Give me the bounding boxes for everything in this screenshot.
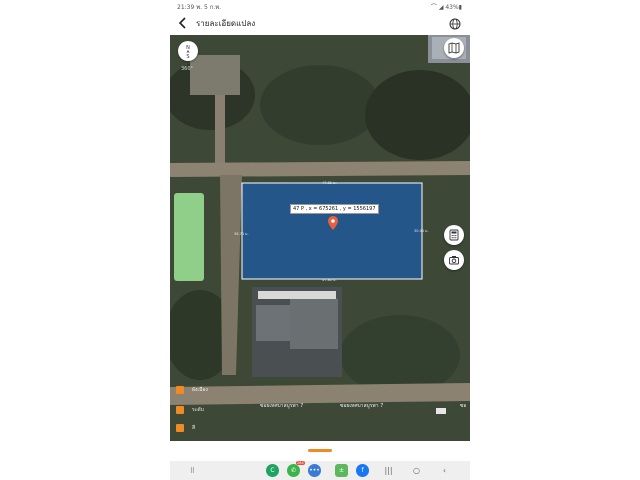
globe-button[interactable] <box>448 16 462 30</box>
calculator-icon <box>449 229 459 241</box>
home-icon[interactable]: ○ <box>410 464 423 477</box>
back-button[interactable] <box>176 15 190 31</box>
navigation-bar: ⠿ C ✆ 264 ••• ± f ||| ○ ‹ <box>170 461 470 480</box>
compass-icon: N S <box>186 45 190 60</box>
plot-dimension-right: 30.04 ม. <box>414 229 429 233</box>
plot-dimension-left: 36.74 ม. <box>234 232 249 236</box>
satellite-imagery <box>170 35 470 441</box>
svg-text:S: S <box>186 54 189 60</box>
legend-label: สี <box>192 425 196 431</box>
back-nav-icon[interactable]: ‹ <box>438 464 451 477</box>
road-label: ซอ <box>460 403 467 409</box>
svg-text:N: N <box>186 45 190 51</box>
legend-label: ผังเมือง <box>192 387 208 393</box>
legend-swatch <box>176 406 184 414</box>
messages-app-icon[interactable]: ••• <box>308 464 321 477</box>
app-drawer-icon[interactable]: ⠿ <box>186 464 199 477</box>
plot-dimension-top: 47.81 ม. <box>322 181 337 185</box>
map-layers-button[interactable] <box>444 38 464 58</box>
app-bar: รายละเอียดแปลง <box>170 12 470 35</box>
sheet-drag-handle[interactable] <box>308 449 332 452</box>
satellite-map[interactable]: N S 360° 47.81 ม. 36.74 ม. 30.04 ม. 47.8… <box>170 35 470 441</box>
legend-item[interactable]: ผังเมือง <box>176 385 208 395</box>
legend-swatch <box>176 386 184 394</box>
chevron-left-icon <box>178 17 186 29</box>
bottom-sheet[interactable] <box>170 441 470 461</box>
plot-dimension-bottom: 47.80 ม. <box>322 278 337 282</box>
status-battery: ⌒ ◢ 43%▮ <box>430 4 462 11</box>
map-layers-icon <box>448 42 460 54</box>
status-time: 21:39 พ. 5 ก.พ. <box>177 4 222 11</box>
line-app-icon[interactable]: C <box>266 464 279 477</box>
compass-degree: 360° <box>181 66 194 72</box>
legend-swatch <box>176 424 184 432</box>
road-label: ซอยเทศบาลบูรพา 7 <box>340 403 384 409</box>
road-label: ซอยเทศบาลบูรพา 7 <box>260 403 304 409</box>
globe-icon <box>449 18 461 30</box>
camera-icon <box>449 256 459 265</box>
plot-info-label[interactable]: 47 P , x = 675261 , y = 1556197 <box>290 204 379 214</box>
legend-label: ระดับ <box>192 407 204 413</box>
facebook-app-icon[interactable]: f <box>356 464 369 477</box>
notification-badge: 264 <box>296 461 305 465</box>
compass-button[interactable]: N S <box>178 41 198 61</box>
page-title: รายละเอียดแปลง <box>196 19 256 28</box>
recent-apps-icon[interactable]: ||| <box>382 464 395 477</box>
phone-app-icon[interactable]: ✆ 264 <box>287 461 305 477</box>
camera-button[interactable] <box>444 250 464 270</box>
legend-item[interactable]: ระดับ <box>176 405 204 415</box>
location-pin-icon[interactable] <box>328 216 338 230</box>
calculator-button[interactable] <box>444 225 464 245</box>
calculator-app-icon[interactable]: ± <box>335 464 348 477</box>
status-bar: 21:39 พ. 5 ก.พ. ⌒ ◢ 43%▮ <box>170 0 470 12</box>
legend-item[interactable]: สี <box>176 423 195 433</box>
